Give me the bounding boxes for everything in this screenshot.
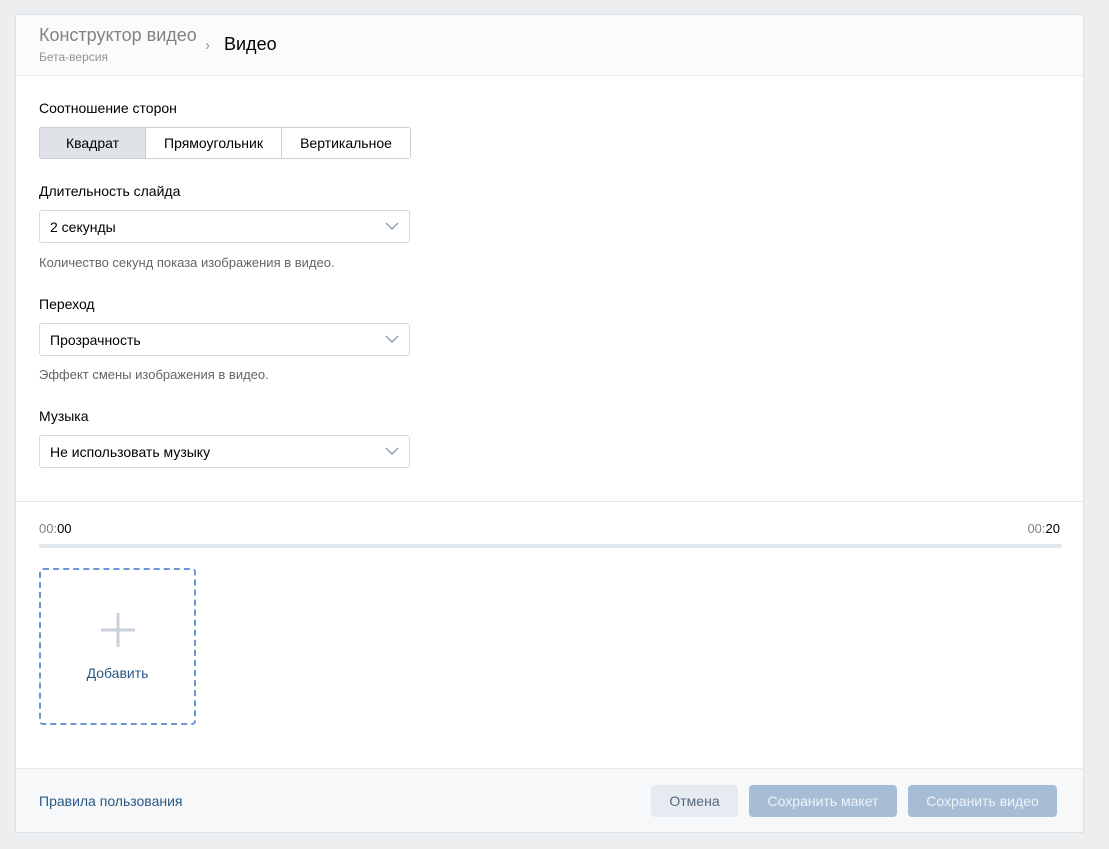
timeline-track[interactable]	[39, 544, 1062, 548]
chevron-down-icon	[385, 222, 399, 230]
cancel-button[interactable]: Отмена	[651, 785, 738, 817]
beta-label: Бета-версия	[39, 50, 108, 64]
music-select[interactable]: Не использовать музыку	[39, 435, 410, 468]
breadcrumb-separator: ›	[205, 37, 210, 54]
breadcrumb-parent[interactable]: Конструктор видео	[39, 25, 197, 46]
transition-label: Переход	[39, 296, 95, 312]
add-slide-button[interactable]: Добавить	[39, 568, 196, 725]
slide-duration-value: 2 секунды	[50, 219, 116, 235]
music-value: Не использовать музыку	[50, 444, 211, 460]
terms-link[interactable]: Правила пользования	[39, 793, 183, 809]
slide-duration-label: Длительность слайда	[39, 183, 181, 199]
aspect-option-rectangle[interactable]: Прямоугольник	[146, 128, 282, 158]
transition-value: Прозрачность	[50, 332, 141, 348]
timeline-start: 00:00	[39, 521, 72, 536]
transition-select[interactable]: Прозрачность	[39, 323, 410, 356]
page-title: Видео	[224, 34, 277, 54]
timeline-end: 00:20	[1027, 521, 1060, 536]
add-slide-label: Добавить	[86, 665, 149, 681]
section-divider	[16, 501, 1083, 502]
slide-duration-hint: Количество секунд показа изображения в в…	[39, 255, 335, 270]
plus-icon	[101, 613, 135, 647]
music-label: Музыка	[39, 408, 89, 424]
aspect-ratio-label: Соотношение сторон	[39, 100, 177, 116]
save-layout-button[interactable]: Сохранить макет	[749, 785, 897, 817]
chevron-down-icon	[385, 447, 399, 455]
transition-hint: Эффект смены изображения в видео.	[39, 367, 269, 382]
aspect-option-square[interactable]: Квадрат	[40, 128, 146, 158]
slide-duration-select[interactable]: 2 секунды	[39, 210, 410, 243]
save-video-button[interactable]: Сохранить видео	[908, 785, 1057, 817]
footer: Правила пользования Отмена Сохранить мак…	[16, 768, 1083, 832]
header: Конструктор видео Бета-версия › Видео	[16, 15, 1083, 76]
aspect-option-vertical[interactable]: Вертикальное	[282, 128, 410, 158]
chevron-down-icon	[385, 335, 399, 343]
aspect-ratio-selector: Квадрат Прямоугольник Вертикальное	[39, 127, 411, 159]
video-constructor-card: Конструктор видео Бета-версия › Видео Со…	[15, 14, 1084, 833]
